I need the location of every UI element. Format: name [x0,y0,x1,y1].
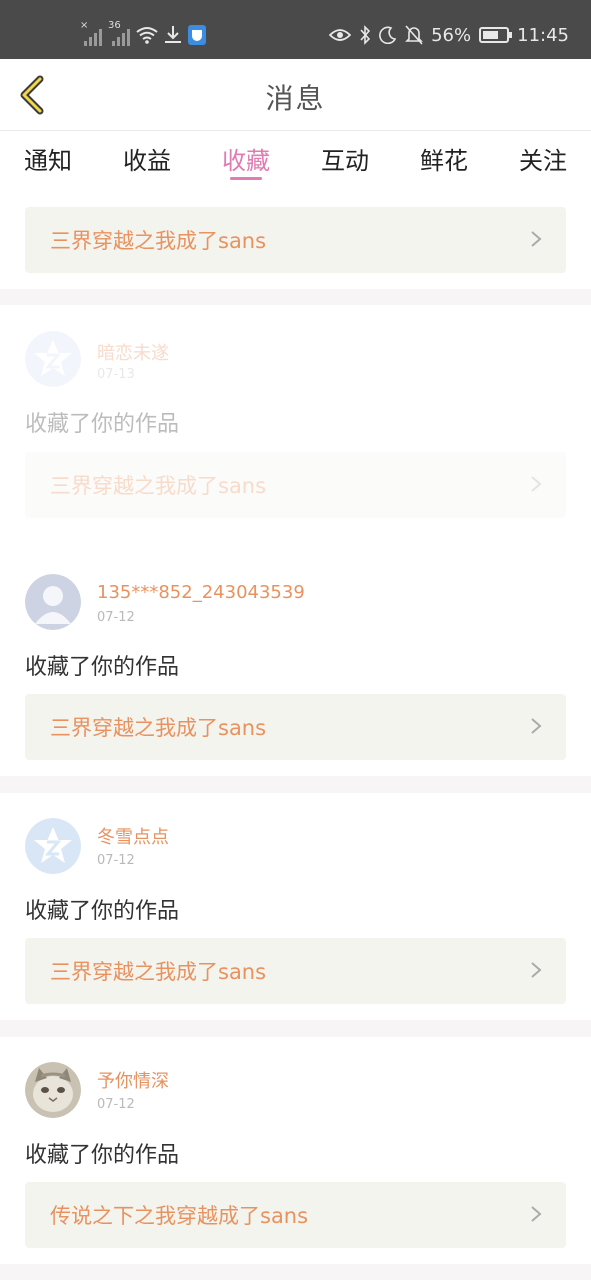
clock: 11:45 [517,24,569,46]
cat-photo-avatar-icon [25,1062,81,1118]
wifi-icon [136,27,158,44]
work-title: 三界穿越之我成了sans [50,474,267,498]
eye-icon [329,29,352,41]
chevron-right-icon [531,1206,542,1222]
status-left: × 36 [80,20,206,48]
signal-icon: 36 [108,20,130,46]
work-title: 传说之下之我穿越成了sans [50,1204,309,1228]
battery-icon [479,27,513,43]
default-star-avatar-icon [25,818,81,874]
message-date: 07-12 [97,853,135,868]
list-item: 冬雪点点 07-12 收藏了你的作品 三界穿越之我成了sans [0,793,591,1020]
username[interactable]: 冬雪点点 [97,823,169,849]
list-item: 予你情深 07-12 收藏了你的作品 传说之下之我穿越成了sans [0,1037,591,1264]
tab-earnings[interactable]: 收益 [123,131,171,191]
bluetooth-icon [360,25,371,45]
battery-percent: 56% [431,24,472,46]
message-date: 07-12 [97,1097,135,1112]
status-right: 56% 11:45 [329,22,569,48]
action-text: 收藏了你的作品 [25,412,180,437]
message-date: 07-13 [97,367,135,382]
action-text: 收藏了你的作品 [25,655,180,680]
work-title: 三界穿越之我成了sans [50,960,267,984]
work-link[interactable]: 三界穿越之我成了sans [25,207,566,273]
mute-bell-icon [405,25,424,45]
avatar[interactable] [25,818,81,874]
list-item: 暗恋未遂 07-13 收藏了你的作品 三界穿越之我成了sans [0,305,591,550]
work-link[interactable]: 三界穿越之我成了sans [25,452,566,518]
tab-favorites[interactable]: 收藏 [222,131,270,191]
shield-app-icon [188,25,206,45]
username[interactable]: 予你情深 [97,1067,169,1093]
work-link[interactable]: 传说之下之我穿越成了sans [25,1182,566,1248]
message-date: 07-12 [97,610,135,625]
download-icon [165,26,181,43]
app-header: 消息 [0,59,591,131]
work-link[interactable]: 三界穿越之我成了sans [25,694,566,760]
work-title: 三界穿越之我成了sans [50,716,267,740]
tab-interaction[interactable]: 互动 [321,131,369,191]
username[interactable]: 135***852_243043539 [97,582,305,603]
default-star-avatar-icon [25,331,81,387]
page-title: 消息 [265,82,326,115]
signal-icon: × [80,20,102,46]
tab-bar: 通知 收益 收藏 互动 鲜花 关注 [0,131,591,191]
chevron-right-icon [531,718,542,734]
avatar[interactable] [25,331,81,387]
action-text: 收藏了你的作品 [25,899,180,924]
tab-flowers[interactable]: 鲜花 [420,131,468,191]
chevron-right-icon [531,231,542,247]
status-bar: × 36 56% 11:45 [0,0,591,59]
default-person-avatar-icon [25,574,81,630]
tab-notifications[interactable]: 通知 [24,131,72,191]
avatar[interactable] [25,1062,81,1118]
list-item: 三界穿越之我成了sans [0,191,591,289]
avatar[interactable] [25,574,81,630]
tab-follow[interactable]: 关注 [519,131,567,191]
moon-icon [379,26,397,44]
action-text: 收藏了你的作品 [25,1143,180,1168]
username[interactable]: 暗恋未遂 [97,339,169,365]
work-title: 三界穿越之我成了sans [50,229,267,253]
work-link[interactable]: 三界穿越之我成了sans [25,938,566,1004]
chevron-right-icon [531,962,542,978]
list-item: 135***852_243043539 07-12 收藏了你的作品 三界穿越之我… [0,549,591,776]
chevron-right-icon [531,476,542,492]
